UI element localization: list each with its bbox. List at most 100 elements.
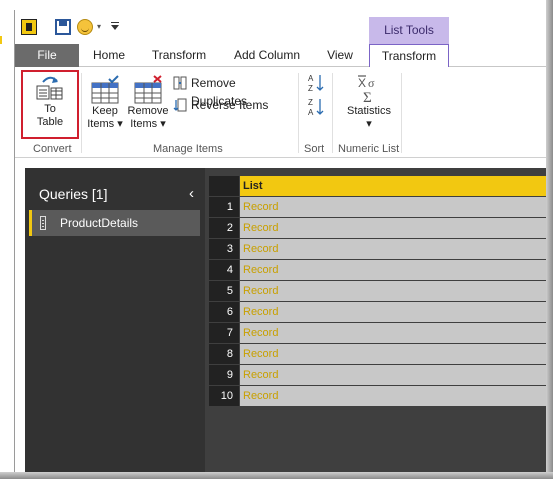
ribbon-panel: To Table Convert Keep Items ▾ Remove Ite… bbox=[15, 67, 547, 158]
customize-toolbar-icon[interactable] bbox=[110, 19, 120, 33]
record-link[interactable]: Record bbox=[240, 386, 547, 406]
window-shadow-right bbox=[546, 0, 553, 479]
ribbon-separator bbox=[401, 73, 402, 153]
window-shadow-bottom bbox=[0, 472, 553, 479]
record-link[interactable]: Record bbox=[240, 365, 547, 385]
to-table-icon bbox=[36, 76, 63, 100]
group-label-numeric-list: Numeric List bbox=[338, 143, 400, 155]
row-number-header bbox=[209, 176, 239, 196]
group-label-sort: Sort bbox=[304, 143, 325, 155]
group-label-convert: Convert bbox=[33, 143, 72, 155]
row-number: 10 bbox=[209, 386, 239, 406]
group-label-manage-items: Manage Items bbox=[153, 143, 223, 155]
record-link[interactable]: Record bbox=[240, 260, 547, 280]
queries-title: Queries [1] bbox=[39, 186, 108, 202]
screenshot-frame: ▾ List Tools File Home Transform Add Col… bbox=[0, 0, 553, 479]
record-link[interactable]: Record bbox=[240, 239, 547, 259]
remove-items-icon bbox=[134, 75, 162, 104]
svg-text:A: A bbox=[308, 108, 314, 117]
statistics-icon: X σ Σ bbox=[358, 75, 375, 105]
to-table-label-2: Table bbox=[36, 116, 64, 128]
table-row: 1 Record bbox=[209, 197, 547, 218]
statistics-dropdown-icon: ▾ bbox=[366, 118, 372, 130]
list-query-icon bbox=[40, 216, 46, 230]
query-item-label: ProductDetails bbox=[60, 216, 139, 230]
sort-descending-icon: Z A bbox=[308, 98, 324, 117]
table-row: 6 Record bbox=[209, 302, 547, 323]
table-row: 3 Record bbox=[209, 239, 547, 260]
table-row: 5 Record bbox=[209, 281, 547, 302]
keep-items-label-2: Items ▾ bbox=[87, 118, 123, 130]
tab-list-transform[interactable]: Transform bbox=[369, 44, 449, 68]
table-row: 4 Record bbox=[209, 260, 547, 281]
smile-dropdown-icon[interactable]: ▾ bbox=[97, 22, 101, 31]
power-bi-app-icon bbox=[21, 19, 37, 35]
to-table-button[interactable]: To Table bbox=[23, 73, 77, 139]
record-link[interactable]: Record bbox=[240, 323, 547, 343]
table-row: 2 Record bbox=[209, 218, 547, 239]
svg-text:Z: Z bbox=[308, 98, 313, 107]
row-number: 7 bbox=[209, 323, 239, 343]
tab-view[interactable]: View bbox=[315, 44, 365, 67]
ribbon-tabs: File Home Transform Add Column View Tran… bbox=[15, 44, 547, 68]
ribbon-separator bbox=[81, 73, 82, 153]
tab-file[interactable]: File bbox=[15, 44, 79, 67]
reverse-items-icon bbox=[173, 98, 187, 112]
row-number: 5 bbox=[209, 281, 239, 301]
row-number: 4 bbox=[209, 260, 239, 280]
reverse-items-button[interactable]: Reverse Items bbox=[173, 96, 293, 114]
keep-items-label-1: Keep bbox=[92, 105, 118, 117]
row-number: 8 bbox=[209, 344, 239, 364]
statistics-button[interactable]: X σ Σ Statistics ▾ bbox=[341, 73, 397, 139]
edge-marker bbox=[0, 36, 2, 44]
power-query-window: ▾ List Tools File Home Transform Add Col… bbox=[14, 10, 547, 472]
column-header-list[interactable]: List bbox=[240, 176, 547, 196]
svg-text:Z: Z bbox=[308, 84, 313, 93]
list-tools-context-label: List Tools bbox=[369, 17, 449, 44]
record-link[interactable]: Record bbox=[240, 218, 547, 238]
table-row: 10 Record bbox=[209, 386, 547, 407]
table-row: 9 Record bbox=[209, 365, 547, 386]
remove-duplicates-button[interactable]: Remove Duplicates bbox=[173, 74, 293, 108]
row-number: 1 bbox=[209, 197, 239, 217]
remove-duplicates-icon bbox=[173, 76, 187, 90]
tab-home[interactable]: Home bbox=[79, 44, 139, 67]
sort-ascending-icon: A Z bbox=[308, 74, 324, 93]
row-number: 2 bbox=[209, 218, 239, 238]
row-number: 3 bbox=[209, 239, 239, 259]
row-number: 9 bbox=[209, 365, 239, 385]
row-number: 6 bbox=[209, 302, 239, 322]
query-item-productdetails[interactable]: ProductDetails bbox=[29, 210, 200, 236]
table-row: 7 Record bbox=[209, 323, 547, 344]
keep-items-button[interactable]: Keep Items ▾ bbox=[85, 75, 125, 139]
remove-items-button[interactable]: Remove Items ▾ bbox=[126, 75, 170, 139]
remove-items-dropdown-icon: ▾ bbox=[157, 118, 166, 130]
tab-add-column[interactable]: Add Column bbox=[219, 44, 315, 67]
svg-text:A: A bbox=[308, 74, 314, 83]
data-preview-area: List 1 Record 2 Record 3 Record 4 Record bbox=[205, 168, 547, 472]
save-icon[interactable] bbox=[55, 19, 71, 35]
ribbon-separator bbox=[298, 73, 299, 153]
queries-pane: Queries [1] ‹ ProductDetails bbox=[25, 168, 205, 472]
record-link[interactable]: Record bbox=[240, 281, 547, 301]
tab-transform[interactable]: Transform bbox=[139, 44, 219, 67]
svg-text:Σ: Σ bbox=[363, 90, 372, 105]
sort-descending-button[interactable]: Z A bbox=[307, 97, 327, 119]
collapse-pane-icon[interactable]: ‹ bbox=[189, 185, 194, 202]
ribbon-separator bbox=[332, 73, 333, 153]
record-link[interactable]: Record bbox=[240, 197, 547, 217]
remove-items-label-2: Items ▾ bbox=[130, 118, 166, 130]
record-link[interactable]: Record bbox=[240, 302, 547, 322]
to-table-label-1: To bbox=[44, 103, 56, 115]
svg-text:σ: σ bbox=[368, 76, 375, 90]
remove-items-label-1: Remove bbox=[127, 105, 169, 117]
feedback-smile-icon[interactable] bbox=[77, 19, 93, 35]
reverse-items-label: Reverse Items bbox=[191, 98, 269, 112]
table-row: 8 Record bbox=[209, 344, 547, 365]
record-link[interactable]: Record bbox=[240, 344, 547, 364]
statistics-label: Statistics bbox=[346, 105, 391, 117]
svg-text:X: X bbox=[358, 76, 366, 90]
keep-items-dropdown-icon: ▾ bbox=[114, 118, 123, 130]
keep-items-icon bbox=[91, 75, 119, 104]
sort-ascending-button[interactable]: A Z bbox=[307, 73, 327, 95]
